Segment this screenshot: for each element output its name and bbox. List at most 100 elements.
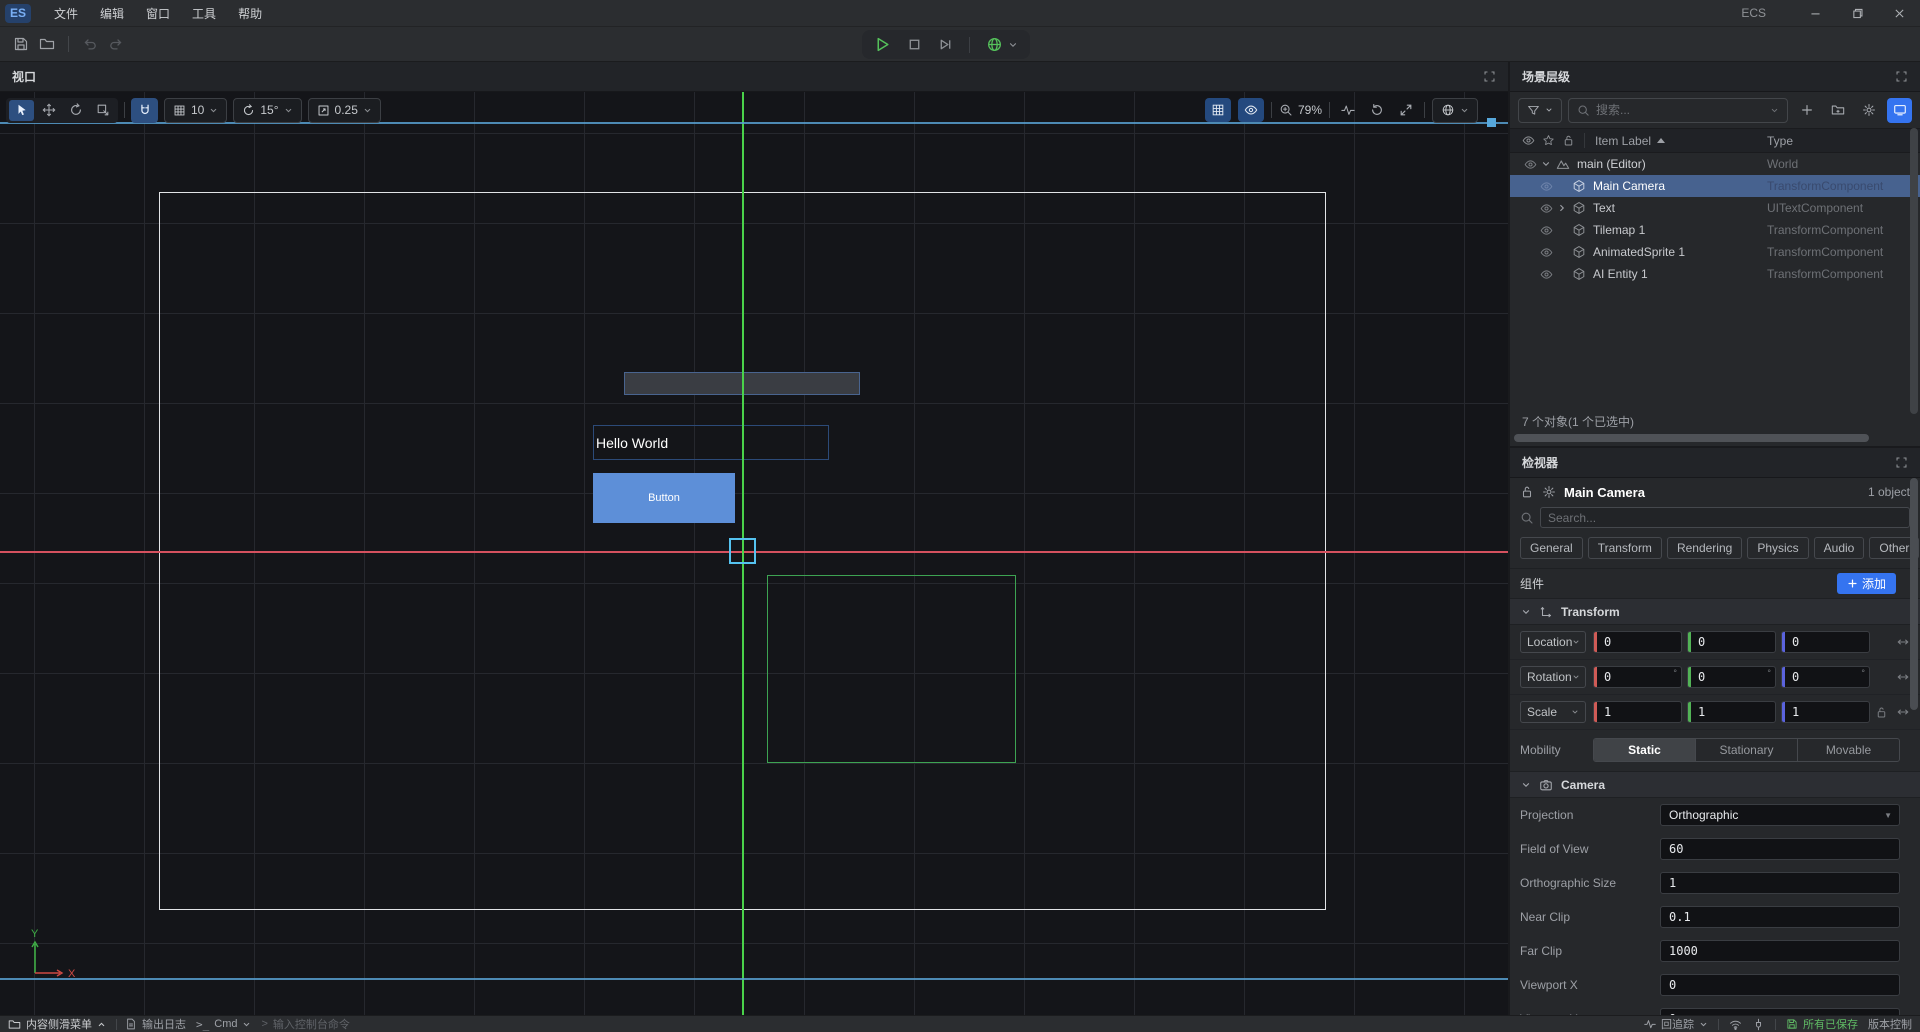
move-tool-button[interactable] [36, 100, 61, 121]
visibility-eye-icon[interactable] [1538, 180, 1554, 193]
tab-rendering[interactable]: Rendering [1667, 537, 1742, 559]
lock-column-icon[interactable] [1562, 134, 1575, 147]
add-component-button[interactable]: 添加 [1837, 573, 1896, 594]
uniform-scale-lock-icon[interactable] [1875, 706, 1888, 719]
location-mode-dropdown[interactable]: Location [1520, 631, 1586, 653]
scrollbar-thumb[interactable] [1514, 434, 1869, 442]
console-input[interactable]: > 输入控制台命令 [261, 1016, 349, 1032]
rotation-x-input[interactable] [1594, 670, 1681, 684]
near-clip-input[interactable] [1661, 910, 1899, 924]
tab-general[interactable]: General [1520, 537, 1583, 559]
location-y-input[interactable] [1688, 635, 1775, 649]
menu-tools[interactable]: 工具 [181, 1, 227, 26]
minimize-button[interactable] [1794, 0, 1836, 26]
stop-button[interactable] [907, 37, 922, 52]
column-type[interactable]: Type [1767, 134, 1793, 148]
tilemap-region-rect[interactable] [767, 575, 1016, 763]
scale-x-input[interactable] [1594, 705, 1681, 719]
visibility-eye-icon[interactable] [1522, 158, 1538, 171]
zoom-control[interactable]: 79% [1279, 99, 1322, 121]
scene-canvas[interactable]: Hello World Button Y X [0, 92, 1508, 1015]
maximize-button[interactable] [1836, 0, 1878, 26]
tab-physics[interactable]: Physics [1747, 537, 1808, 559]
projection-value[interactable] [1661, 808, 1899, 822]
inspector-search-input[interactable] [1548, 511, 1902, 525]
projection-dropdown[interactable]: ▼ [1660, 804, 1900, 826]
guide-handle[interactable] [1487, 118, 1496, 127]
rotation-mode-dropdown[interactable]: Rotation [1520, 666, 1586, 688]
add-folder-button[interactable] [1825, 98, 1850, 123]
save-status[interactable]: 所有已保存 [1786, 1016, 1858, 1032]
hierarchy-search-input[interactable] [1596, 103, 1764, 117]
hierarchy-row-text[interactable]: Text UITextComponent [1510, 197, 1920, 219]
toggle-grid-button[interactable] [1205, 98, 1231, 122]
hierarchy-row-world[interactable]: main (Editor) World [1510, 153, 1920, 175]
scale-mode-dropdown[interactable]: Scale [1520, 701, 1586, 723]
gear-icon[interactable] [1542, 485, 1556, 499]
content-drawer-button[interactable]: 内容侧滑菜单 [8, 1016, 106, 1032]
hierarchy-settings-button[interactable] [1856, 98, 1881, 123]
camera-section-header[interactable]: Camera [1510, 771, 1920, 798]
star-column-icon[interactable] [1542, 134, 1555, 147]
rotation-y-input[interactable] [1688, 670, 1775, 684]
step-button[interactable] [938, 37, 953, 52]
cmd-dropdown[interactable]: >_ Cmd [196, 1018, 251, 1031]
eye-column-icon[interactable] [1522, 134, 1535, 147]
chevron-down-icon[interactable] [1538, 159, 1554, 169]
rect-tool-button[interactable] [90, 100, 115, 121]
version-control-button[interactable]: 版本控制 [1868, 1016, 1912, 1032]
chevron-right-icon[interactable] [1554, 203, 1570, 213]
close-button[interactable] [1878, 0, 1920, 26]
scale-y-input[interactable] [1688, 705, 1775, 719]
rotation-z-input[interactable] [1782, 670, 1869, 684]
filter-dropdown[interactable] [1518, 98, 1562, 123]
undo-button[interactable] [77, 31, 103, 57]
hierarchy-row-animatedsprite[interactable]: AnimatedSprite 1 TransformComponent [1510, 241, 1920, 263]
orthographic-size-input[interactable] [1661, 876, 1899, 890]
link-icon[interactable] [1896, 670, 1910, 684]
panel-expand-icon[interactable] [1895, 456, 1908, 469]
scale-snap-dropdown[interactable]: 0.25 [308, 98, 381, 123]
stats-button[interactable] [1337, 99, 1359, 121]
add-entity-button[interactable] [1794, 98, 1819, 123]
horizontal-scrollbar[interactable] [1514, 434, 1916, 442]
fullscreen-button[interactable] [1395, 99, 1417, 121]
trace-dropdown[interactable]: 回追踪 [1644, 1016, 1708, 1032]
reset-view-button[interactable] [1366, 99, 1388, 121]
visibility-eye-icon[interactable] [1538, 224, 1554, 237]
redo-button[interactable] [103, 31, 129, 57]
scale-z-input[interactable] [1782, 705, 1869, 719]
visibility-eye-icon[interactable] [1538, 268, 1554, 281]
mobility-movable[interactable]: Movable [1798, 739, 1899, 761]
hierarchy-row-ai-entity[interactable]: AI Entity 1 TransformComponent [1510, 263, 1920, 285]
rotate-tool-button[interactable] [63, 100, 88, 121]
panel-expand-icon[interactable] [1895, 70, 1908, 83]
link-icon[interactable] [1896, 635, 1910, 649]
open-button[interactable] [34, 31, 60, 57]
mobility-stationary[interactable]: Stationary [1696, 739, 1798, 761]
lock-icon[interactable] [1520, 485, 1534, 499]
origin-selection-square[interactable] [729, 538, 756, 564]
transform-section-header[interactable]: Transform [1510, 598, 1920, 625]
snap-toggle-button[interactable] [131, 98, 158, 123]
platform-select-button[interactable] [986, 36, 1018, 53]
visibility-eye-icon[interactable] [1538, 246, 1554, 259]
scene-button-element[interactable]: Button [593, 473, 735, 523]
scene-text-element[interactable]: Hello World [593, 425, 829, 460]
far-clip-input[interactable] [1661, 944, 1899, 958]
column-item-label[interactable]: Item Label [1595, 134, 1651, 148]
hierarchy-searchbox[interactable] [1568, 98, 1788, 123]
screen-view-button[interactable] [1887, 98, 1912, 123]
menu-window[interactable]: 窗口 [135, 1, 181, 26]
tab-transform[interactable]: Transform [1588, 537, 1662, 559]
view-mode-dropdown[interactable] [1432, 98, 1478, 123]
field-of-view-input[interactable] [1661, 842, 1899, 856]
visibility-eye-icon[interactable] [1538, 202, 1554, 215]
location-z-input[interactable] [1782, 635, 1869, 649]
hierarchy-row-main-camera[interactable]: Main Camera TransformComponent [1510, 175, 1920, 197]
mobility-static[interactable]: Static [1594, 739, 1696, 761]
hierarchy-row-tilemap[interactable]: Tilemap 1 TransformComponent [1510, 219, 1920, 241]
vertical-scrollbar[interactable] [1910, 128, 1918, 414]
menu-edit[interactable]: 编辑 [89, 1, 135, 26]
wifi-icon[interactable] [1729, 1018, 1742, 1031]
